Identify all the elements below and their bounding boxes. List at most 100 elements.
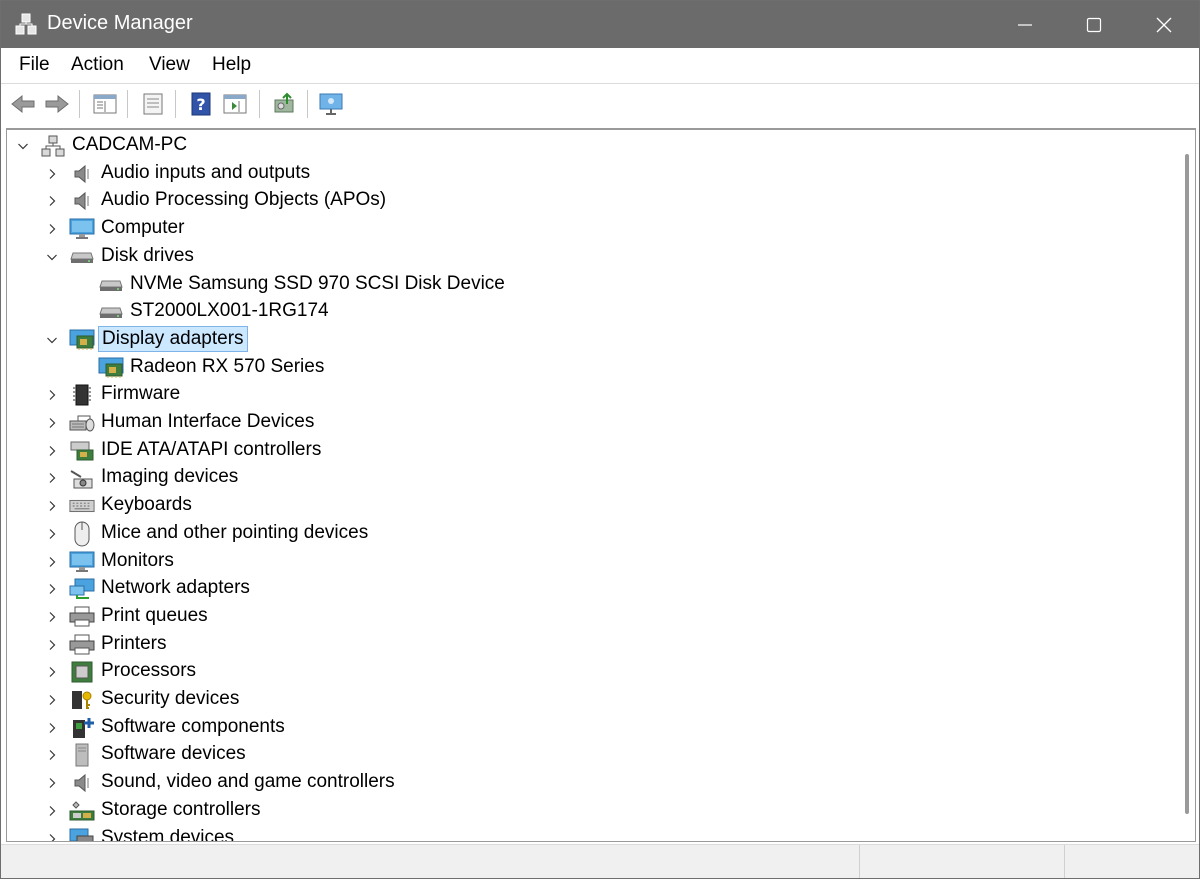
tree-category-item[interactable]: IDE ATA/ATAPI controllers [7,437,1172,465]
tree-category-item[interactable]: Security devices [7,686,1172,714]
forward-button[interactable] [43,90,71,118]
tree-item-label: Computer [101,217,185,239]
tree-category-item[interactable]: Software components [7,714,1172,742]
chevron-right-icon[interactable] [45,832,59,841]
scan-hardware-button[interactable] [317,90,345,118]
help-icon: ? [191,92,211,116]
tree-device-item[interactable]: Radeon RX 570 Series [7,354,1172,382]
keyboard-icon [69,494,95,518]
chevron-right-icon[interactable] [45,582,59,596]
menu-view[interactable]: View [147,54,192,76]
chevron-right-icon[interactable] [45,776,59,790]
tree-category-item[interactable]: Network adapters [7,575,1172,603]
show-hide-tree-button[interactable] [91,90,119,118]
tree-category-item[interactable]: Keyboards [7,492,1172,520]
tree-item-label: Display adapters [98,325,248,352]
tree-category-item[interactable]: Human Interface Devices [7,409,1172,437]
tree-category-item[interactable]: Processors [7,658,1172,686]
chevron-right-icon[interactable] [45,638,59,652]
tree-category-item[interactable]: Software devices [7,741,1172,769]
tree-item-label: NVMe Samsung SSD 970 SCSI Disk Device [130,272,505,294]
tree-item-label: Disk drives [101,244,194,266]
tree-category-item[interactable]: Monitors [7,548,1172,576]
minimize-icon [1018,23,1032,26]
tree-category-item[interactable]: Sound, video and game controllers [7,769,1172,797]
chevron-right-icon[interactable] [45,416,59,430]
update-driver-icon [274,92,294,113]
chevron-right-icon[interactable] [45,610,59,624]
tree-category-item[interactable]: System devices [7,825,1172,841]
tree-item-label: CADCAM-PC [72,134,188,155]
monitor-icon [69,550,95,574]
tree-item-label: Network adapters [101,577,250,599]
close-button[interactable] [1129,1,1199,48]
storage-controller-icon [69,799,95,823]
tree-category-item[interactable]: Computer [7,215,1172,243]
processor-icon [69,660,95,684]
properties-button[interactable] [139,90,167,118]
display-adapter-icon [98,356,124,380]
update-driver-button[interactable] [271,90,299,118]
tree-category-item[interactable]: Imaging devices [7,464,1172,492]
chevron-right-icon[interactable] [45,499,59,513]
chevron-right-icon[interactable] [45,222,59,236]
chevron-right-icon[interactable] [45,555,59,569]
vertical-scrollbar[interactable] [1179,130,1195,841]
chevron-down-icon[interactable] [45,333,59,347]
chevron-right-icon[interactable] [45,388,59,402]
maximize-button[interactable] [1059,1,1129,48]
tree-category-item[interactable]: Display adapters [7,325,1172,354]
tree-category-item[interactable]: Printers [7,631,1172,659]
tree-item-label: Keyboards [101,494,192,516]
chevron-right-icon[interactable] [45,167,59,181]
software-component-icon [69,716,95,740]
tree-category-item[interactable]: Audio inputs and outputs [7,160,1172,188]
menu-file[interactable]: File [17,54,52,76]
device-tree[interactable]: CADCAM-PC Audio inputs and outputs Audio P… [6,128,1196,842]
speaker-icon [69,771,95,795]
disk-drive-icon [69,245,95,269]
ide-controller-icon [69,439,95,463]
tree-device-item[interactable]: ST2000LX001-1RG174 [7,298,1172,326]
tree-category-item[interactable]: Disk drives [7,243,1172,271]
disk-drive-icon [98,273,124,297]
tree-category-item[interactable]: Print queues [7,603,1172,631]
tree-item-label: Mice and other pointing devices [101,521,369,543]
tree-device-item[interactable]: NVMe Samsung SSD 970 SCSI Disk Device [7,271,1172,299]
action-pane-button[interactable] [221,90,249,118]
chevron-down-icon[interactable] [45,250,59,264]
status-bar [1,844,1199,878]
tree-category-item[interactable]: Mice and other pointing devices [7,520,1172,548]
chevron-right-icon[interactable] [45,444,59,458]
device-manager-window: Device Manager File Action View Help ? C… [0,0,1200,879]
tree-category-item[interactable]: Storage controllers [7,797,1172,825]
tree-category-item[interactable]: Audio Processing Objects (APOs) [7,187,1172,215]
chevron-right-icon[interactable] [45,471,59,485]
chevron-right-icon[interactable] [45,748,59,762]
menu-help[interactable]: Help [210,54,253,76]
tree-item-label: Firmware [101,383,181,405]
tree-item-label: Monitors [101,549,174,571]
title-bar[interactable]: Device Manager [1,1,1199,48]
chevron-right-icon[interactable] [45,721,59,735]
mouse-icon [69,521,95,547]
minimize-button[interactable] [990,1,1060,48]
tree-item-label: Human Interface Devices [101,411,315,432]
chevron-right-icon[interactable] [45,194,59,208]
back-icon [11,94,35,114]
help-button[interactable]: ? [187,90,215,118]
chevron-right-icon[interactable] [45,804,59,818]
scrollbar-thumb[interactable] [1185,154,1189,814]
back-button[interactable] [9,90,37,118]
tree-item-label: Storage controllers [101,798,261,820]
chevron-right-icon[interactable] [45,665,59,679]
display-adapter-icon [69,328,95,352]
pc-icon [40,134,66,158]
tree-root-computer[interactable]: CADCAM-PC [7,132,1172,160]
chevron-right-icon[interactable] [45,693,59,707]
menu-action[interactable]: Action [69,54,126,76]
tree-category-item[interactable]: Firmware [7,381,1172,409]
chevron-down-icon[interactable] [16,139,30,153]
chevron-right-icon[interactable] [45,527,59,541]
speaker-icon [69,162,95,186]
